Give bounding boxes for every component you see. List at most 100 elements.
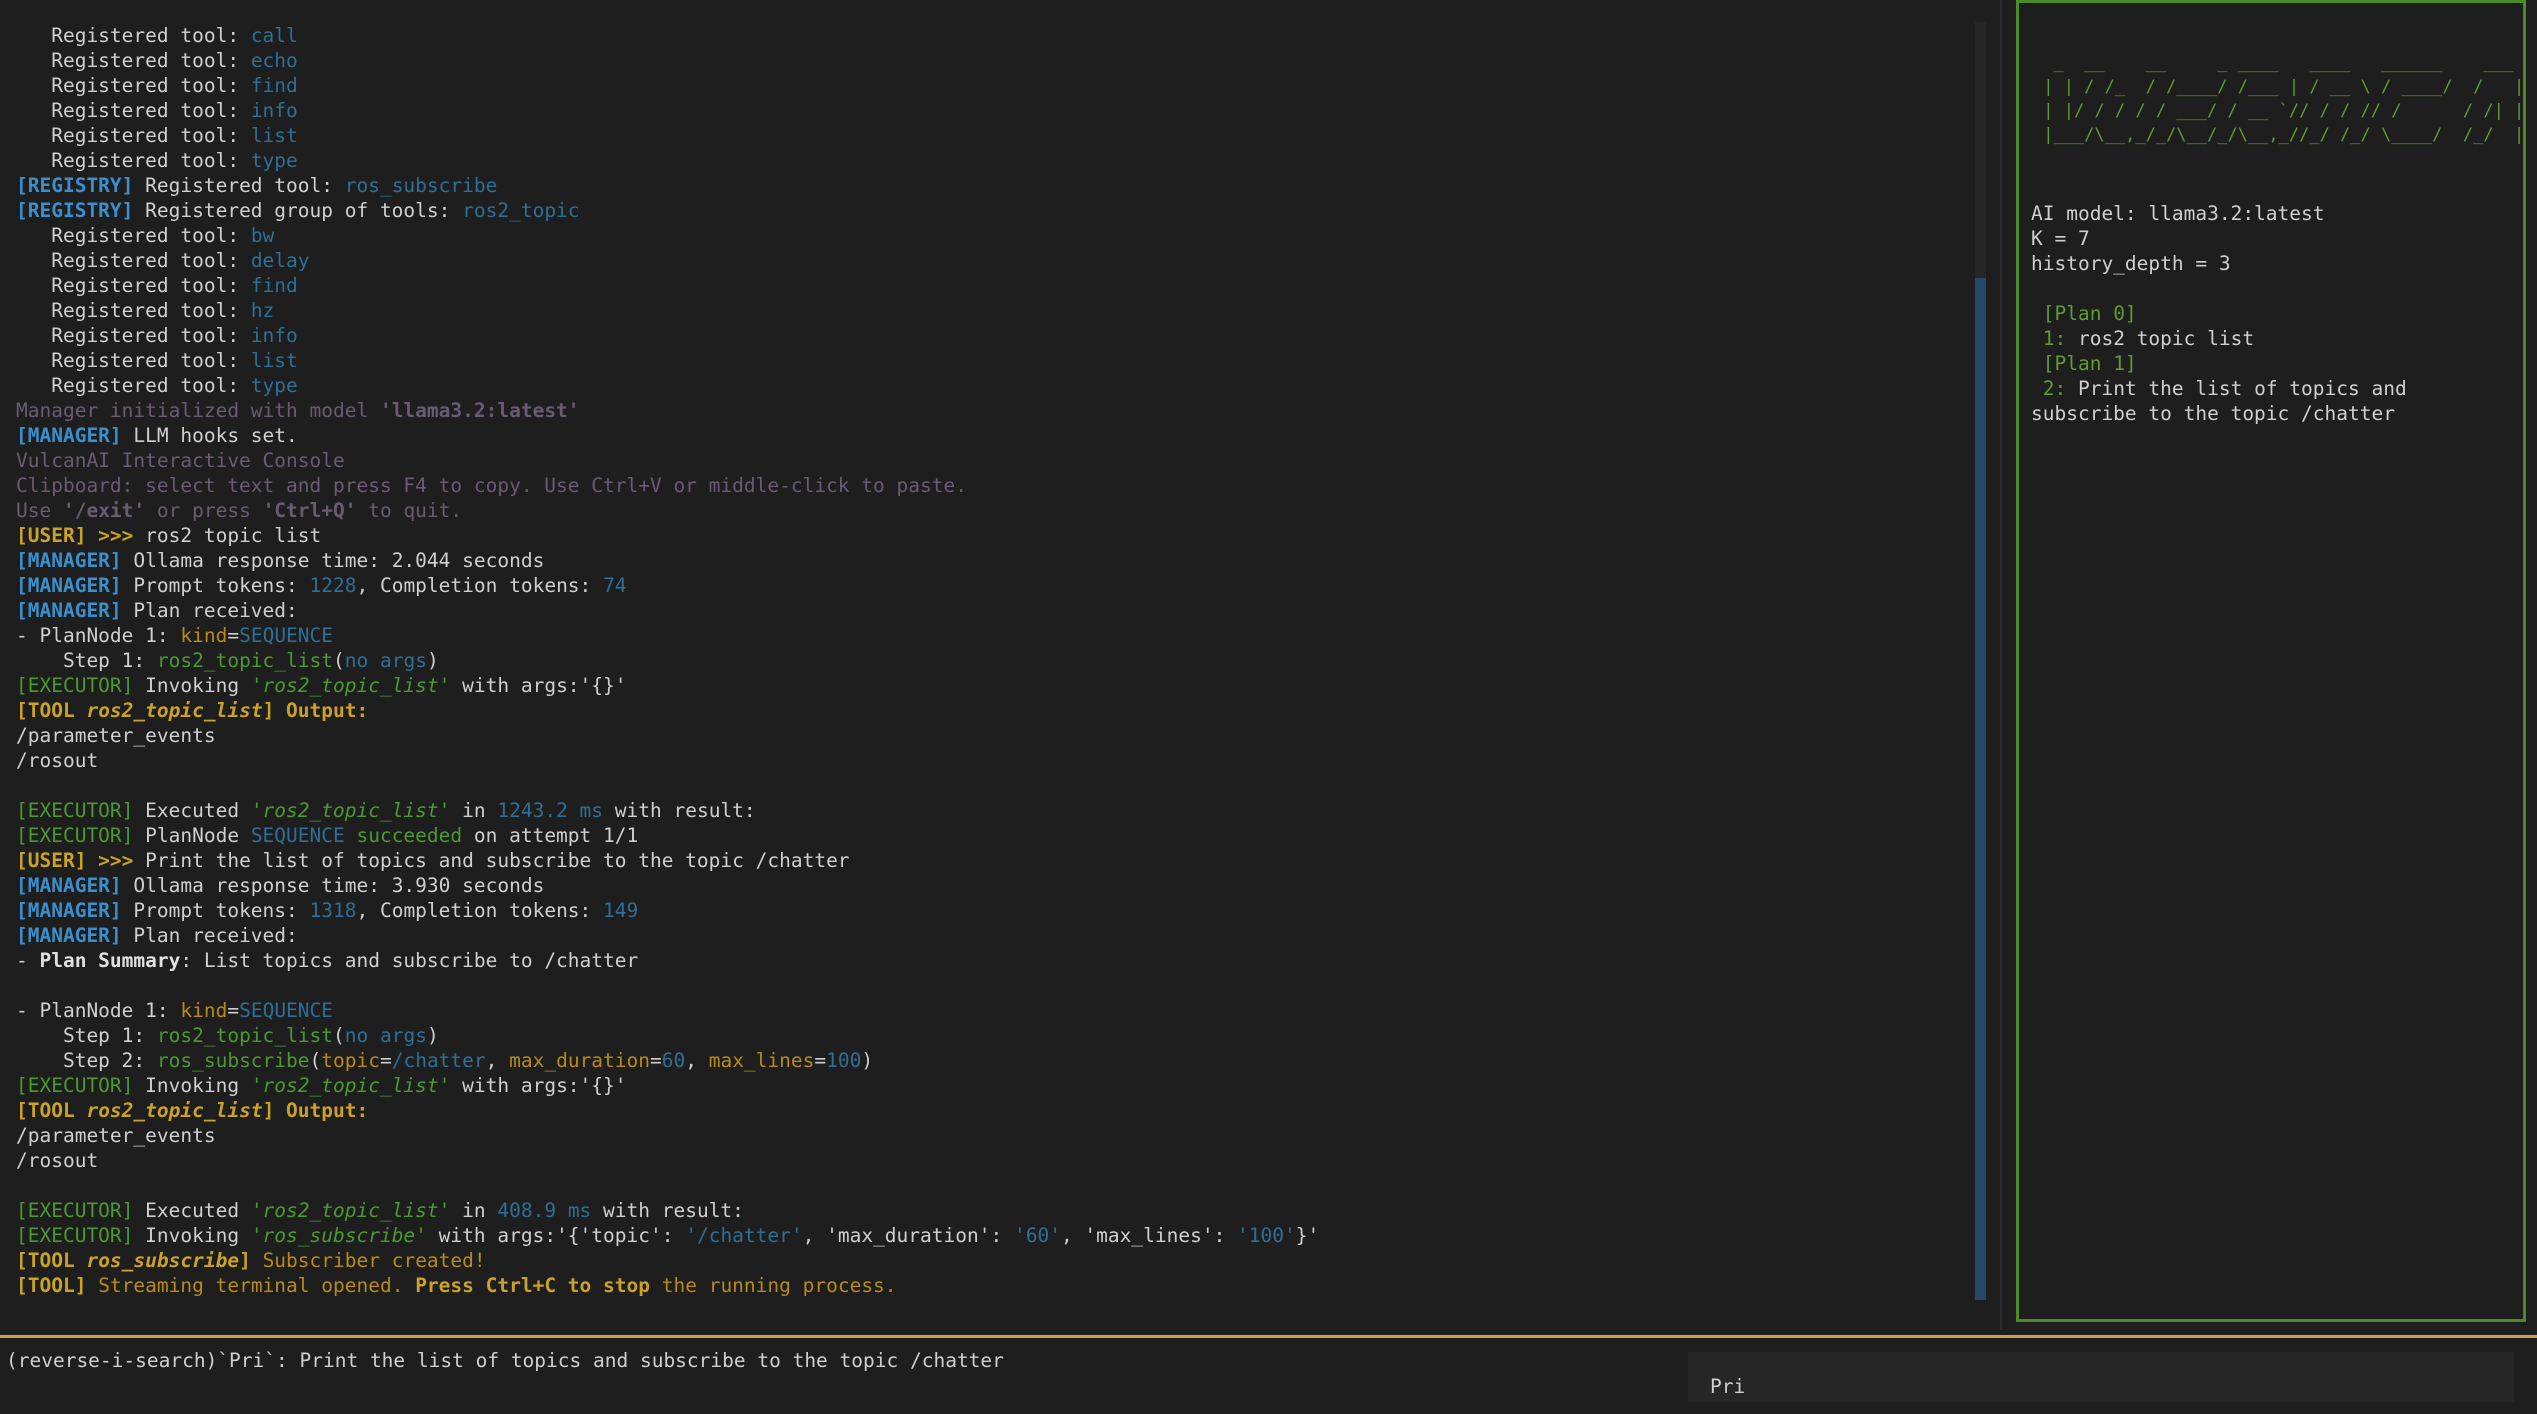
log-segment: - <box>16 949 40 972</box>
log-line: [TOOL] Streaming terminal opened. Press … <box>16 1273 1319 1298</box>
log-segment: with result: <box>591 1199 744 1222</box>
log-segment: delay <box>250 249 310 272</box>
log-segment: ) <box>426 649 439 672</box>
log-segment: [TOOL <box>16 699 87 722</box>
plan-text: ros2 topic list <box>2066 327 2255 350</box>
log-line: Registered tool: type <box>16 373 1319 398</box>
log-segment: Registered tool: <box>16 224 251 247</box>
log-segment: echo <box>250 49 298 72</box>
log-segment: find <box>250 74 298 97</box>
log-scrollbar[interactable] <box>1975 22 1986 1300</box>
log-segment: - PlanNode 1: <box>16 999 181 1022</box>
log-segment: SEQUENCE <box>239 624 334 647</box>
log-segment: /rosout <box>16 749 99 772</box>
log-line: Registered tool: hz <box>16 298 1319 323</box>
log-segment: [MANAGER] <box>16 549 122 572</box>
vulcanai-ascii-logo: _ __ __ _ ____ ____ ______ ___ ____ | | … <box>2043 53 2525 145</box>
log-segment: 'max_lines' <box>1084 1224 1214 1247</box>
log-segment: Prompt tokens: <box>121 899 310 922</box>
log-segment: Registered tool: <box>16 24 251 47</box>
log-segment: Ollama response time: 3.930 seconds <box>121 874 545 897</box>
log-segment: : <box>661 1224 686 1247</box>
log-segment: = <box>814 1049 827 1072</box>
log-segment: Ollama response time: 2.044 seconds <box>121 549 545 572</box>
log-segment: in <box>450 799 498 822</box>
log-segment: succeeded <box>344 824 463 847</box>
log-segment: 1318 <box>309 899 357 922</box>
log-segment: in <box>450 1199 498 1222</box>
log-segment: [MANAGER] <box>16 574 122 597</box>
log-segment: 'topic' <box>579 1224 662 1247</box>
log-line: [MANAGER] Prompt tokens: 1228, Completio… <box>16 573 1319 598</box>
log-segment: ] <box>239 1249 251 1272</box>
log-line: Registered tool: info <box>16 98 1319 123</box>
log-line: Use '/exit' or press 'Ctrl+Q' to quit. <box>16 498 1319 523</box>
log-segment: ros2_topic_list <box>156 1024 333 1047</box>
log-segment: Executed <box>133 1199 251 1222</box>
log-segment: ros2 topic list <box>133 524 322 547</box>
log-segment: Registered tool: <box>16 349 251 372</box>
log-segment: topic <box>321 1049 380 1072</box>
log-segment: bw <box>250 224 275 247</box>
log-segment: ] Output: <box>262 699 369 722</box>
log-segment: kind <box>180 999 228 1022</box>
log-segment: [EXECUTOR] <box>16 1224 134 1247</box>
log-segment: Invoking <box>133 674 251 697</box>
log-line: [MANAGER] Ollama response time: 3.930 se… <box>16 873 1319 898</box>
log-segment: [EXECUTOR] <box>16 674 134 697</box>
log-line: Registered tool: find <box>16 73 1319 98</box>
log-segment: Prompt tokens: <box>121 574 310 597</box>
log-segment: to quit. <box>356 499 463 522</box>
log-segment: Registered tool: <box>16 249 251 272</box>
log-segment: 60 <box>661 1049 686 1072</box>
log-segment: ros_subscribe <box>344 174 498 197</box>
log-segment: Registered tool: <box>16 274 251 297</box>
log-segment: '60' <box>1013 1224 1061 1247</box>
log-segment: [EXECUTOR] <box>16 1074 134 1097</box>
log-segment: SEQUENCE <box>250 824 345 847</box>
log-segment: 74 <box>603 574 627 597</box>
plan-header: [Plan 1] <box>2031 352 2137 375</box>
log-segment: , Completion tokens: <box>356 574 604 597</box>
log-segment: Plan Summary <box>39 949 181 972</box>
log-segment: ros2_topic_list <box>156 649 333 672</box>
log-line: [USER] >>> ros2 topic list <box>16 523 1319 548</box>
log-segment: '/exit' <box>62 499 146 522</box>
log-line: [REGISTRY] Registered tool: ros_subscrib… <box>16 173 1319 198</box>
log-line: - PlanNode 1: kind=SEQUENCE <box>16 623 1319 648</box>
log-segment: VulcanAI Interactive Console <box>16 449 345 472</box>
log-segment: , <box>1060 1224 1085 1247</box>
completion-suggestion[interactable]: Pri <box>1710 1374 1745 1399</box>
log-segment: /parameter_events <box>16 724 216 747</box>
log-line: /parameter_events <box>16 1123 1319 1148</box>
log-segment: Registered tool: <box>16 124 251 147</box>
log-segment: the running process. <box>650 1274 897 1297</box>
log-segment: or press <box>145 499 263 522</box>
log-segment: [REGISTRY] <box>16 174 134 197</box>
log-segment: ] Output: <box>262 1099 369 1122</box>
log-segment: /parameter_events <box>16 1124 216 1147</box>
log-line: [EXECUTOR] Executed 'ros2_topic_list' in… <box>16 798 1319 823</box>
log-segment: Registered group of tools: <box>133 199 463 222</box>
completion-popup[interactable]: Pri <box>1688 1352 2514 1402</box>
log-segment: : <box>1213 1224 1238 1247</box>
plan-history-list: [Plan 0] 1: ros2 topic list [Plan 1] 2: … <box>2031 301 2521 426</box>
log-segment: - PlanNode 1: <box>16 624 181 647</box>
log-segment: [EXECUTOR] <box>16 799 134 822</box>
log-segment: ros_subscribe <box>156 1049 310 1072</box>
log-segment: ) <box>861 1049 874 1072</box>
console-log-lines: Registered tool: call Registered tool: e… <box>16 23 1319 1298</box>
log-segment: no args <box>344 649 427 672</box>
log-scrollbar-thumb[interactable] <box>1975 277 1986 1300</box>
log-segment: Registered tool: <box>16 374 251 397</box>
log-segment: '100' <box>1237 1224 1296 1247</box>
reverse-search-input[interactable]: (reverse-i-search)`Pri`: Print the list … <box>6 1348 1004 1373</box>
log-segment: }' <box>1295 1224 1320 1247</box>
log-segment: Plan received: <box>121 924 298 947</box>
log-line: [USER] >>> Print the list of topics and … <box>16 848 1319 873</box>
history-depth-line: history_depth = 3 <box>2031 252 2231 275</box>
k-line: K = 7 <box>2031 227 2090 250</box>
console-log-panel[interactable]: Registered tool: call Registered tool: e… <box>0 0 1975 1312</box>
log-segment: find <box>250 274 298 297</box>
